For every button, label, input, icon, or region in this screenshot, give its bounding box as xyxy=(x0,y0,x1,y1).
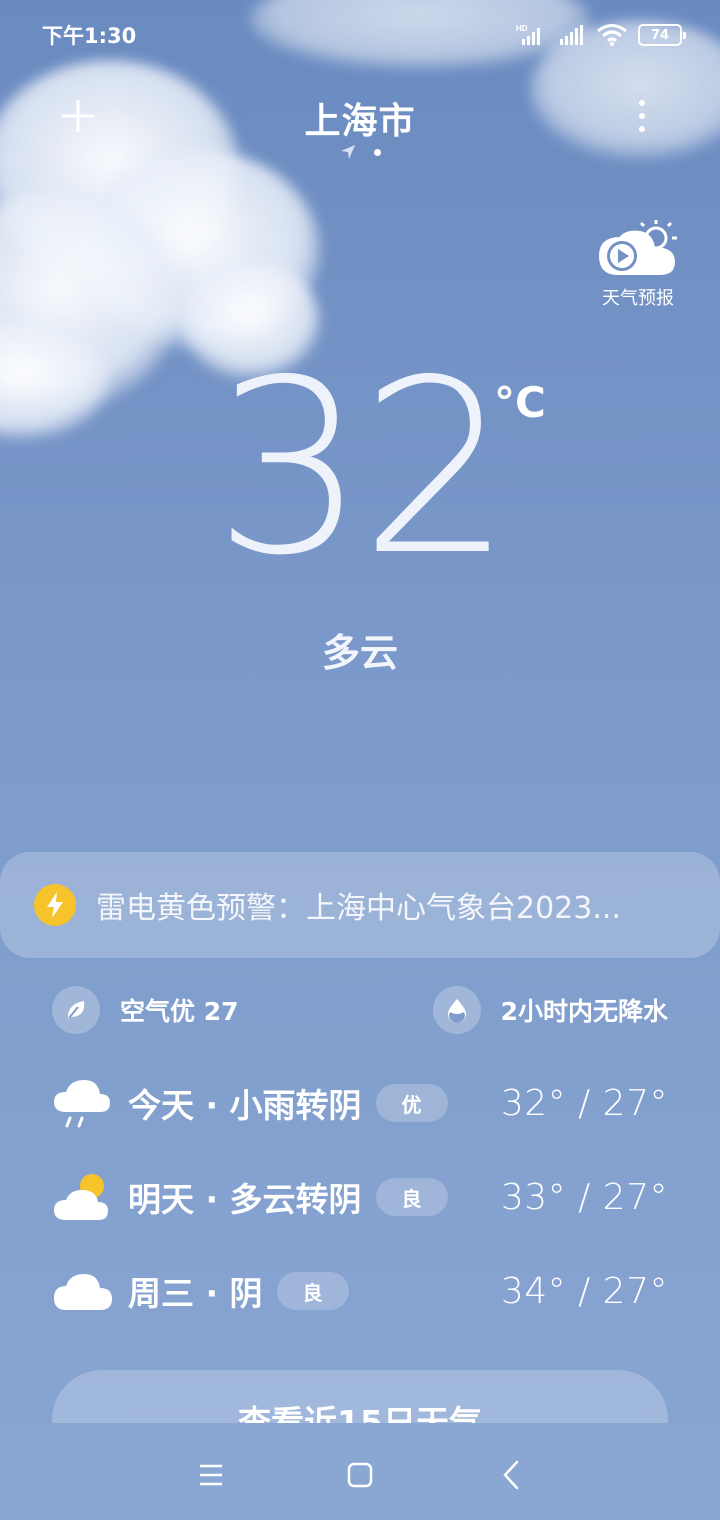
status-bar: 下午1:30 HD 74 xyxy=(0,0,720,70)
current-temperature: 32 xyxy=(213,328,512,608)
temperature-range: 32° / 27° xyxy=(500,1082,668,1124)
aqi-badge: 良 xyxy=(375,1178,448,1216)
svg-text:HD: HD xyxy=(516,24,528,33)
air-quality-item[interactable]: 空气优 27 xyxy=(52,986,239,1034)
temperature-range: 34° / 27° xyxy=(500,1270,668,1312)
battery-level: 74 xyxy=(650,27,670,43)
forecast-video-icon xyxy=(598,220,677,275)
lightning-icon xyxy=(34,884,76,926)
hd-signal-icon: HD xyxy=(516,24,540,45)
status-time: 下午1:30 xyxy=(42,24,137,48)
home-icon[interactable] xyxy=(337,1452,383,1498)
air-quality-label: 空气优 27 xyxy=(120,997,239,1026)
weather-forecast-video-button[interactable]: 天气预报 xyxy=(590,218,686,310)
back-icon[interactable] xyxy=(489,1452,535,1498)
day-label: 今天 · 小雨转阴 xyxy=(128,1086,362,1125)
precipitation-item[interactable]: 2小时内无降水 xyxy=(432,986,668,1034)
day-label: 周三 · 阴 xyxy=(128,1274,263,1313)
quick-info-row: 空气优 27 2小时内无降水 xyxy=(52,985,668,1035)
page-indicator xyxy=(340,144,381,160)
signal-icon xyxy=(560,25,583,45)
forecast-video-label: 天气预报 xyxy=(602,288,674,309)
precipitation-label: 2小时内无降水 xyxy=(500,997,668,1026)
alert-text: 雷电黄色预警：上海中心气象台2023... xyxy=(96,891,621,926)
temperature-range: 33° / 27° xyxy=(500,1176,668,1218)
partly-cloudy-icon xyxy=(54,1174,108,1220)
leaf-icon xyxy=(52,986,100,1034)
top-bar: 上海市 xyxy=(0,82,720,172)
weather-alert-banner[interactable]: 雷电黄色预警：上海中心气象台2023... xyxy=(0,852,720,958)
day-label: 明天 · 多云转阴 xyxy=(128,1180,362,1219)
city-title[interactable]: 上海市 xyxy=(0,92,720,144)
page-dot xyxy=(374,148,381,156)
battery-icon: 74 xyxy=(638,24,686,46)
overcast-icon xyxy=(54,1274,112,1310)
wifi-icon xyxy=(597,24,627,46)
system-navigation-bar xyxy=(0,1430,720,1516)
water-drop-icon xyxy=(432,986,481,1034)
current-condition: 多云 xyxy=(321,631,398,675)
more-options-button[interactable] xyxy=(628,94,656,138)
menu-icon[interactable] xyxy=(188,1452,234,1498)
status-icons: HD 74 xyxy=(516,23,686,47)
aqi-badge: 优 xyxy=(375,1084,448,1122)
light-rain-icon xyxy=(54,1080,110,1128)
forecast-day-row[interactable]: 明天 · 多云转阴 良 33° / 27° xyxy=(52,1162,668,1232)
temperature-unit: °C xyxy=(494,378,546,427)
location-arrow-icon xyxy=(341,145,355,159)
aqi-badge: 良 xyxy=(276,1272,349,1310)
forecast-day-row[interactable]: 周三 · 阴 良 34° / 27° xyxy=(52,1256,668,1326)
forecast-day-row[interactable]: 今天 · 小雨转阴 优 32° / 27° xyxy=(52,1068,668,1138)
